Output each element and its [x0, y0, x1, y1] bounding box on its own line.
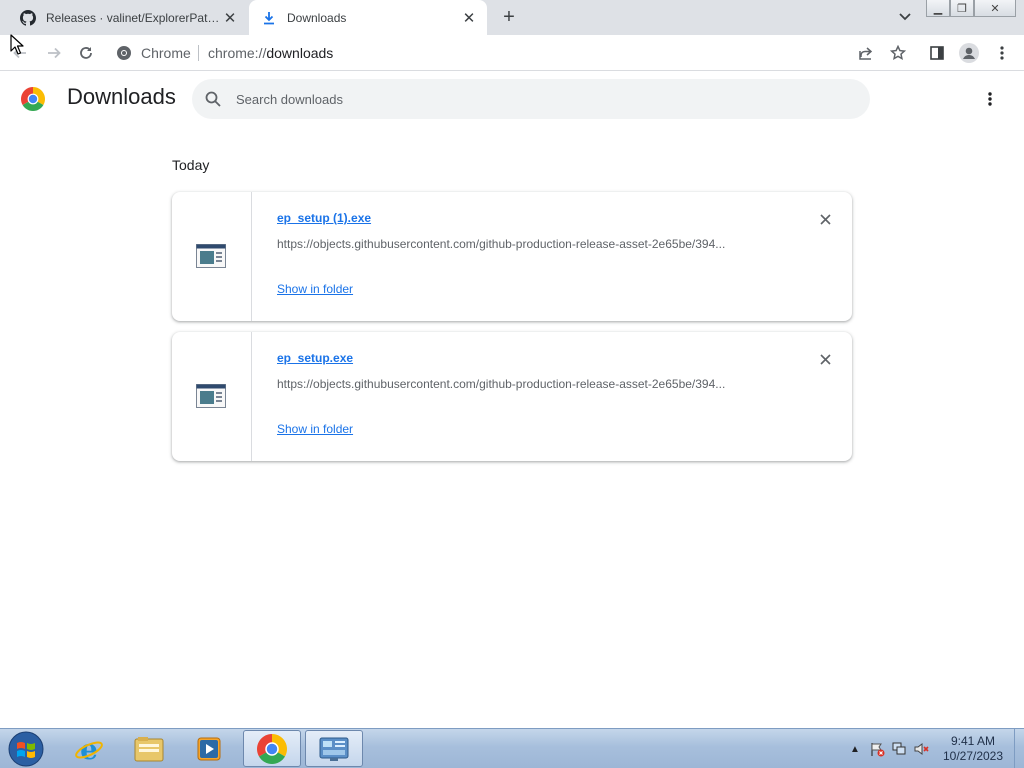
- address-bar[interactable]: Chrome chrome://downloads: [108, 38, 1018, 68]
- url-host: downloads: [266, 45, 334, 61]
- windows-logo-icon: [8, 731, 44, 767]
- mouse-cursor-icon: [10, 34, 24, 55]
- url-text[interactable]: chrome://downloads: [208, 38, 333, 68]
- tab-releases[interactable]: Releases · valinet/ExplorerPatcher ✕: [8, 0, 248, 35]
- file-icon-column: [172, 192, 252, 321]
- show-in-folder-link[interactable]: Show in folder: [277, 282, 353, 296]
- bookmark-star-icon[interactable]: [886, 41, 910, 65]
- exe-file-icon: [196, 244, 226, 268]
- browser-toolbar: Chrome chrome://downloads: [0, 35, 1024, 71]
- remove-from-list-icon[interactable]: [815, 209, 835, 229]
- chip-label: Chrome: [141, 45, 191, 61]
- file-source-url: https://objects.githubusercontent.com/gi…: [277, 237, 726, 251]
- google-chrome-taskbar-icon[interactable]: [243, 730, 301, 767]
- tab-close-icon[interactable]: ✕: [220, 8, 240, 28]
- show-hidden-icons-icon[interactable]: ▲: [844, 739, 866, 759]
- volume-muted-icon[interactable]: [910, 739, 932, 759]
- chrome-logo-icon: [21, 87, 45, 111]
- tab-downloads[interactable]: Downloads ✕: [249, 0, 487, 35]
- profile-avatar-icon[interactable]: [957, 41, 981, 65]
- file-icon-column: [172, 332, 252, 461]
- system-tray: ▲: [844, 729, 932, 768]
- omnibox-divider: [198, 45, 199, 61]
- restore-button[interactable]: ❐: [950, 0, 974, 17]
- action-center-flag-icon[interactable]: [866, 739, 888, 759]
- forward-icon[interactable]: [42, 41, 66, 65]
- search-downloads-box[interactable]: [192, 79, 870, 119]
- internet-explorer-taskbar-icon[interactable]: e: [60, 730, 118, 767]
- chrome-icon: [117, 46, 131, 60]
- download-icon: [261, 10, 277, 26]
- clock-time: 9:41 AM: [950, 734, 996, 748]
- tab-strip: Releases · valinet/ExplorerPatcher ✕ Dow…: [0, 0, 1024, 35]
- media-player-taskbar-icon[interactable]: [180, 730, 238, 767]
- file-name-link[interactable]: ep_setup (1).exe: [277, 211, 371, 225]
- file-name-link[interactable]: ep_setup.exe: [277, 351, 353, 365]
- windows-explorer-taskbar-icon[interactable]: [120, 730, 178, 767]
- tab-search-icon[interactable]: [893, 8, 917, 26]
- file-source-url: https://objects.githubusercontent.com/gi…: [277, 377, 726, 391]
- tab-title: Downloads: [287, 10, 347, 25]
- network-icon[interactable]: [888, 739, 910, 759]
- download-item: ep_setup.exe https://objects.githubuserc…: [172, 332, 852, 461]
- reload-icon[interactable]: [74, 41, 98, 65]
- window-controls: ▁ ❐ ✕: [926, 0, 1016, 18]
- downloads-menu-icon[interactable]: [978, 87, 1002, 111]
- browser-menu-icon[interactable]: [990, 41, 1014, 65]
- site-info-chip[interactable]: Chrome: [116, 38, 191, 68]
- svg-text:e: e: [80, 734, 98, 764]
- search-input[interactable]: [236, 79, 856, 119]
- control-panel-taskbar-icon[interactable]: [305, 730, 363, 767]
- section-header-today: Today: [172, 157, 210, 173]
- page-title: Downloads: [67, 84, 176, 109]
- url-scheme: chrome://: [208, 45, 267, 61]
- close-window-button[interactable]: ✕: [974, 0, 1016, 17]
- exe-file-icon: [196, 384, 226, 408]
- show-desktop-button[interactable]: [1014, 729, 1024, 768]
- start-button[interactable]: [6, 731, 46, 767]
- show-in-folder-link[interactable]: Show in folder: [277, 422, 353, 436]
- minimize-button[interactable]: ▁: [926, 0, 950, 17]
- system-clock[interactable]: 9:41 AM 10/27/2023: [938, 734, 1008, 764]
- tab-title: Releases · valinet/ExplorerPatcher: [46, 10, 220, 25]
- remove-from-list-icon[interactable]: [815, 349, 835, 369]
- share-icon[interactable]: [854, 41, 878, 65]
- search-icon: [205, 91, 221, 107]
- windows-taskbar: e ▲ 9:41 AM 10/27/2023: [0, 728, 1024, 768]
- download-item: ep_setup (1).exe https://objects.githubu…: [172, 192, 852, 321]
- side-panel-icon[interactable]: [925, 41, 949, 65]
- tab-close-icon[interactable]: ✕: [459, 8, 479, 28]
- new-tab-button[interactable]: +: [497, 6, 521, 28]
- clock-date: 10/27/2023: [942, 749, 1004, 763]
- github-icon: [20, 9, 36, 26]
